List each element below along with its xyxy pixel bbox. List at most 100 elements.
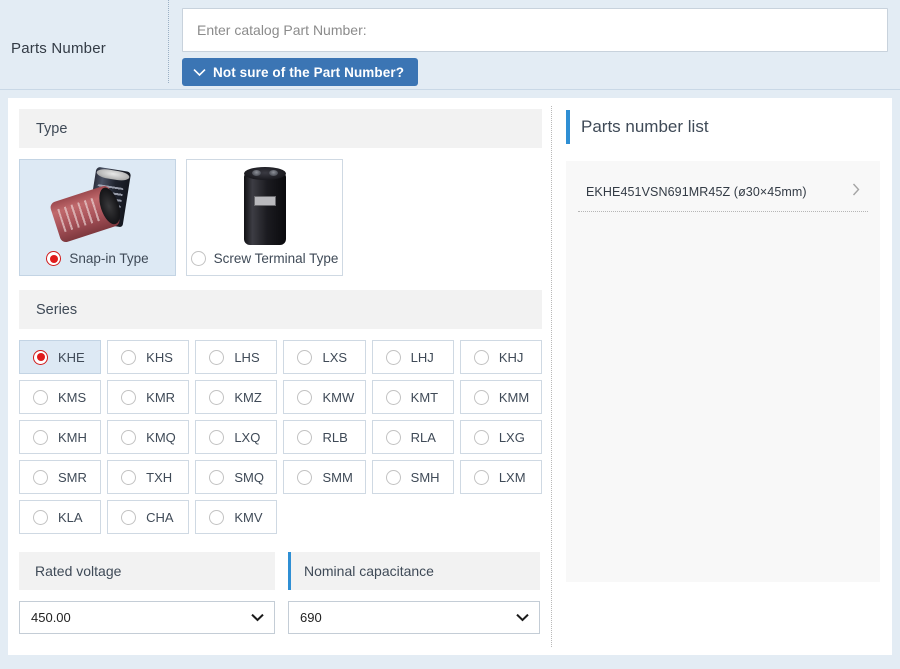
- series-item-label: SMQ: [234, 469, 264, 485]
- series-item-rla[interactable]: RLA: [371, 420, 454, 454]
- series-item-kmv[interactable]: KMV: [195, 500, 278, 534]
- part-number-input[interactable]: [182, 8, 888, 52]
- series-item-rlb[interactable]: RLB: [283, 420, 366, 454]
- series-item-label: RLA: [410, 429, 436, 445]
- header-vertical-divider: [168, 0, 169, 83]
- radio-kmt[interactable]: [385, 389, 401, 405]
- series-item-kms[interactable]: KMS: [19, 380, 102, 414]
- series-option-grid: KHE KHS LHS LXS LHJ KHJ KMS KMR KMZ KMW KMT KMM KMH K…: [19, 340, 542, 534]
- radio-smr[interactable]: [33, 469, 48, 485]
- series-item-smq[interactable]: SMQ: [195, 460, 278, 494]
- not-sure-of-part-number-button[interactable]: Not sure of the Part Number?: [182, 58, 419, 86]
- rated-voltage-value: 450.00: [31, 610, 71, 625]
- radio-lxg[interactable]: [473, 429, 489, 445]
- selector-column: Type Snap-in Type Screw Terminal Type Se…: [8, 98, 551, 655]
- series-item-label: KMS: [58, 389, 87, 405]
- series-item-label: RLB: [322, 429, 348, 445]
- radio-txh[interactable]: [121, 469, 137, 485]
- screw-terminal-capacitor-image: [187, 160, 342, 251]
- radio-kmw[interactable]: [297, 389, 313, 405]
- series-item-kmr[interactable]: KMR: [107, 380, 190, 414]
- series-item-lhs[interactable]: LHS: [195, 340, 278, 374]
- radio-khj[interactable]: [473, 349, 489, 365]
- series-item-label: KMH: [58, 429, 87, 445]
- radio-kmq[interactable]: [121, 429, 137, 445]
- series-item-label: KMT: [410, 389, 439, 405]
- series-item-label: SMH: [410, 469, 440, 485]
- type-card-snap-in-label: Snap-in Type: [69, 251, 149, 266]
- series-item-kmt[interactable]: KMT: [371, 380, 454, 414]
- series-item-lhj[interactable]: LHJ: [371, 340, 454, 374]
- radio-kmz[interactable]: [209, 389, 225, 405]
- snap-in-capacitor-image: [20, 160, 175, 251]
- series-item-label: TXH: [146, 469, 173, 485]
- series-item-label: LHS: [234, 349, 260, 365]
- series-item-label: SMR: [58, 469, 87, 485]
- part-number-label: EKHE451VSN691MR45Z (ø30×45mm): [586, 185, 807, 199]
- radio-lxm[interactable]: [473, 469, 489, 485]
- parts-number-list-column: Parts number list EKHE451VSN691MR45Z (ø3…: [552, 98, 892, 655]
- series-item-label: KHJ: [498, 349, 524, 365]
- chevron-down-icon: [193, 68, 206, 77]
- series-item-khe[interactable]: KHE: [19, 340, 102, 374]
- radio-kmm[interactable]: [473, 389, 489, 405]
- series-item-label: LXG: [498, 429, 525, 445]
- series-item-kmq[interactable]: KMQ: [107, 420, 190, 454]
- type-card-snap-in[interactable]: Snap-in Type: [19, 159, 176, 276]
- type-option-cards: Snap-in Type Screw Terminal Type: [19, 159, 542, 276]
- series-item-kmz[interactable]: KMZ: [195, 380, 278, 414]
- series-item-cha[interactable]: CHA: [107, 500, 190, 534]
- radio-lxs[interactable]: [297, 349, 313, 365]
- series-item-kmw[interactable]: KMW: [283, 380, 366, 414]
- series-item-kmm[interactable]: KMM: [459, 380, 542, 414]
- series-item-khj[interactable]: KHJ: [459, 340, 542, 374]
- type-card-snap-in-caption: Snap-in Type: [46, 251, 149, 266]
- series-item-smh[interactable]: SMH: [371, 460, 454, 494]
- nominal-capacitance-select[interactable]: 690: [288, 601, 540, 634]
- series-item-smr[interactable]: SMR: [19, 460, 102, 494]
- series-item-label: KLA: [58, 509, 83, 525]
- not-sure-button-label: Not sure of the Part Number?: [213, 64, 405, 80]
- series-item-lxs[interactable]: LXS: [283, 340, 366, 374]
- radio-snap-in[interactable]: [46, 251, 62, 266]
- radio-screw-terminal[interactable]: [190, 251, 206, 266]
- radio-smq[interactable]: [209, 469, 225, 485]
- main-panel: Type Snap-in Type Screw Terminal Type Se…: [8, 98, 892, 655]
- series-item-smm[interactable]: SMM: [283, 460, 366, 494]
- series-item-lxm[interactable]: LXM: [459, 460, 542, 494]
- radio-khe[interactable]: [33, 349, 48, 365]
- series-item-kla[interactable]: KLA: [19, 500, 102, 534]
- radio-lxq[interactable]: [209, 429, 225, 445]
- radio-rlb[interactable]: [297, 429, 313, 445]
- series-item-label: KMV: [234, 509, 263, 525]
- radio-cha[interactable]: [121, 509, 137, 525]
- series-item-label: LXS: [322, 349, 348, 365]
- series-item-label: KMZ: [234, 389, 262, 405]
- series-item-lxq[interactable]: LXQ: [195, 420, 278, 454]
- radio-lhs[interactable]: [209, 349, 225, 365]
- series-item-label: LXQ: [234, 429, 261, 445]
- series-item-label: KMW: [322, 389, 355, 405]
- radio-kms[interactable]: [33, 389, 48, 405]
- radio-rla[interactable]: [385, 429, 401, 445]
- type-card-screw-terminal[interactable]: Screw Terminal Type: [186, 159, 343, 276]
- nominal-capacitance-heading: Nominal capacitance: [288, 552, 540, 590]
- series-item-khs[interactable]: KHS: [107, 340, 190, 374]
- radio-kmv[interactable]: [209, 509, 225, 525]
- series-item-txh[interactable]: TXH: [107, 460, 190, 494]
- list-item[interactable]: EKHE451VSN691MR45Z (ø30×45mm): [578, 177, 868, 212]
- series-item-label: KMR: [146, 389, 176, 405]
- radio-kmr[interactable]: [121, 389, 137, 405]
- radio-lhj[interactable]: [385, 349, 401, 365]
- series-item-kmh[interactable]: KMH: [19, 420, 102, 454]
- series-item-label: SMM: [322, 469, 353, 485]
- radio-khs[interactable]: [121, 349, 137, 365]
- radio-kla[interactable]: [33, 509, 48, 525]
- radio-smh[interactable]: [385, 469, 401, 485]
- radio-kmh[interactable]: [33, 429, 48, 445]
- series-item-label: LXM: [498, 469, 526, 485]
- radio-smm[interactable]: [297, 469, 313, 485]
- rated-voltage-group: Rated voltage 450.00: [19, 552, 275, 634]
- series-item-lxg[interactable]: LXG: [459, 420, 542, 454]
- rated-voltage-select[interactable]: 450.00: [19, 601, 275, 634]
